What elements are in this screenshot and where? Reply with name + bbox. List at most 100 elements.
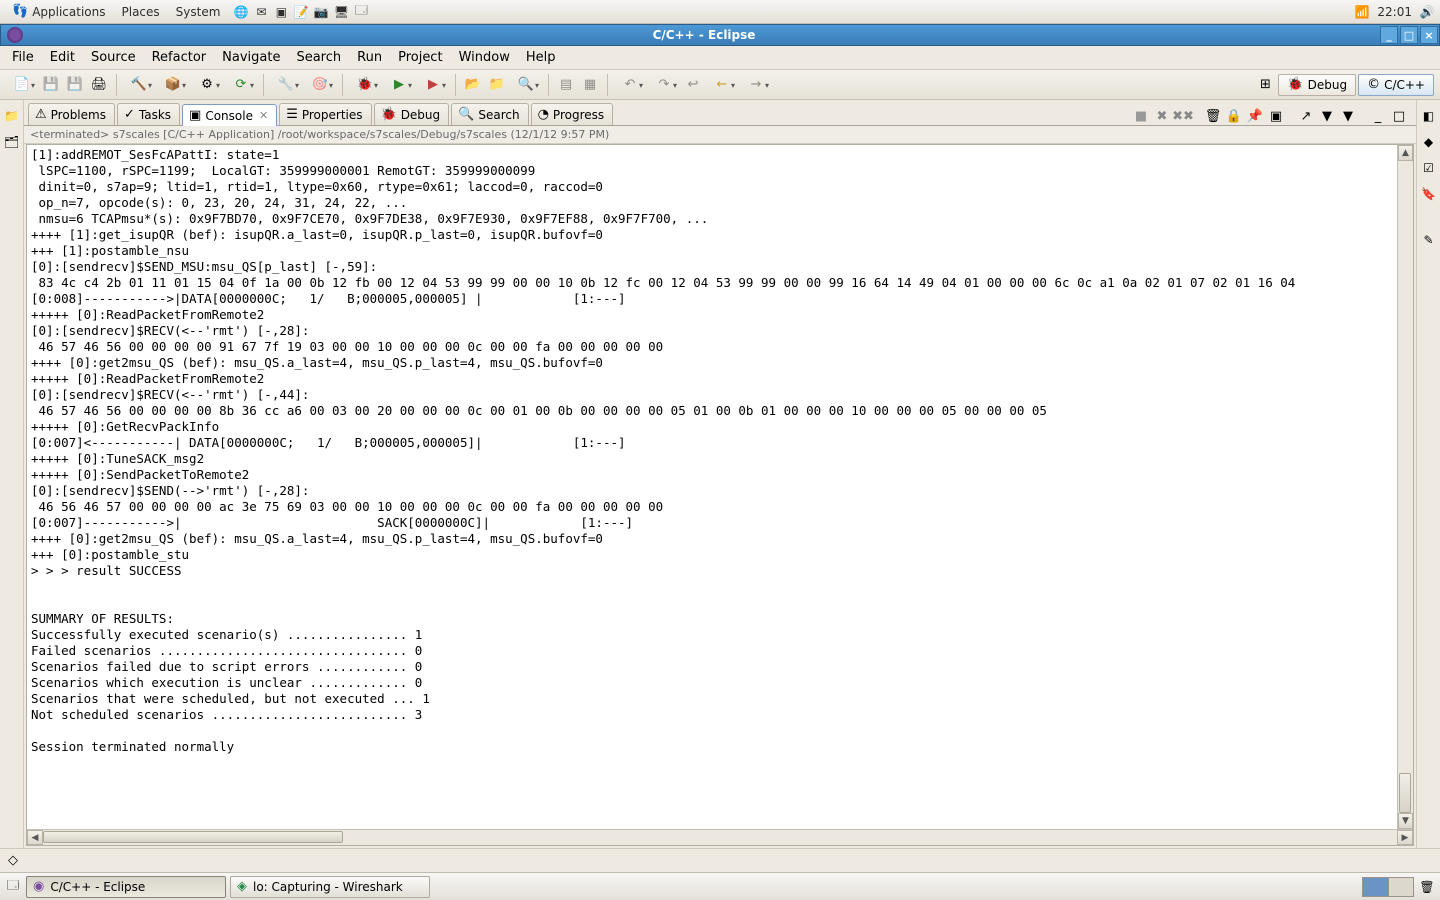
scroll-right-icon[interactable]: ▶ <box>1397 830 1413 845</box>
tab-tasks[interactable]: ✓ Tasks <box>117 103 180 125</box>
gnome-places-menu[interactable]: Places <box>114 5 168 19</box>
open-task-button[interactable]: 📁 <box>486 74 508 96</box>
notes-icon[interactable]: 📝 <box>292 3 310 21</box>
menu-project[interactable]: Project <box>390 48 450 67</box>
scroll-left-icon[interactable]: ◀ <box>27 830 43 845</box>
external-tools-button[interactable]: ▶ <box>417 74 449 96</box>
perspective-debug[interactable]: 🐞 Debug <box>1278 74 1356 96</box>
eclipse-titlebar[interactable]: C/C++ - Eclipse _ □ × <box>0 24 1440 46</box>
scroll-lock-button[interactable]: 🔒 <box>1225 107 1243 125</box>
tab-search[interactable]: 🔍 Search <box>451 103 528 125</box>
taskbar-wireshark[interactable]: ◈ lo: Capturing - Wireshark <box>230 876 430 898</box>
volume-icon[interactable]: 🔊 <box>1418 3 1436 21</box>
make-targets-icon[interactable]: ◆ <box>1421 134 1437 150</box>
minimize-button[interactable]: _ <box>1380 26 1398 44</box>
progress-icon: ◔ <box>538 108 549 121</box>
workspace-1[interactable] <box>1363 878 1389 896</box>
taskbar-wireshark-label: lo: Capturing - Wireshark <box>253 880 403 894</box>
open-type-button[interactable]: 📂 <box>462 74 484 96</box>
menu-refactor[interactable]: Refactor <box>144 48 215 67</box>
new-console-button[interactable]: ▼ <box>1339 107 1357 125</box>
close-icon[interactable]: ✕ <box>259 109 268 122</box>
open-perspective-button[interactable]: ⊞ <box>1254 74 1276 96</box>
gnome-applications-menu[interactable]: 👣 Applications <box>4 5 114 19</box>
pin-console-button[interactable]: 📌 <box>1246 107 1264 125</box>
toggle-mark-button[interactable]: ▤ <box>555 74 577 96</box>
perspective-cpp[interactable]: © C/C++ <box>1358 74 1434 96</box>
menu-navigate[interactable]: Navigate <box>214 48 288 67</box>
last-edit-button[interactable]: ↩ <box>682 74 704 96</box>
taskbar-eclipse[interactable]: ◉ C/C++ - Eclipse <box>26 876 226 898</box>
network-icon[interactable]: 📶 <box>1353 3 1371 21</box>
display-icon[interactable]: 🖥 <box>332 3 350 21</box>
minimize-view-button[interactable]: _ <box>1369 107 1387 125</box>
vertical-scrollbar[interactable]: ▲ ▼ <box>1397 145 1413 829</box>
bookmark-icon[interactable]: 🔖 <box>1421 186 1437 202</box>
menu-window[interactable]: Window <box>451 48 518 67</box>
maximize-view-button[interactable]: □ <box>1390 107 1408 125</box>
build-all-button[interactable]: 📦 <box>157 74 189 96</box>
menu-source[interactable]: Source <box>83 48 144 67</box>
gnome-system-menu[interactable]: System <box>168 5 229 19</box>
search-button[interactable]: 🔍 <box>510 74 542 96</box>
horizontal-scrollbar[interactable]: ◀ ▶ <box>27 829 1413 845</box>
forward-button[interactable]: → <box>740 74 772 96</box>
build-config-button[interactable]: ⚙ <box>191 74 223 96</box>
vscroll-thumb[interactable] <box>1399 773 1411 813</box>
workspace-2[interactable] <box>1389 878 1414 896</box>
editor-icon[interactable]: ✎ <box>1421 232 1437 248</box>
menu-file[interactable]: File <box>4 48 42 67</box>
screenshot-icon[interactable]: 📷 <box>312 3 330 21</box>
menu-search[interactable]: Search <box>288 48 349 67</box>
wrench-button[interactable]: 🔧 <box>270 74 302 96</box>
navigator-icon[interactable]: 🗂 <box>4 134 20 150</box>
close-button[interactable]: × <box>1420 26 1438 44</box>
tab-problems[interactable]: ⚠ Problems <box>28 103 115 125</box>
tab-console[interactable]: ▣ Console ✕ <box>182 104 277 126</box>
console-icon: ▣ <box>189 109 201 122</box>
new-button[interactable]: 📄 <box>6 74 38 96</box>
next-annotation-button[interactable]: ↷ <box>648 74 680 96</box>
show-desktop-icon[interactable]: 🗔 <box>4 878 22 896</box>
window-icon[interactable]: 🗔 <box>352 3 370 21</box>
run-button[interactable]: ▶ <box>383 74 415 96</box>
browser-icon[interactable]: 🌐 <box>232 3 250 21</box>
print-button[interactable]: 🖨 <box>88 74 110 96</box>
outline-icon[interactable]: ◧ <box>1421 108 1437 124</box>
tab-properties[interactable]: ☰ Properties <box>279 103 371 125</box>
maximize-button[interactable]: □ <box>1400 26 1418 44</box>
show-console-button[interactable]: ▣ <box>1267 107 1285 125</box>
save-all-button[interactable]: 💾 <box>64 74 86 96</box>
console-output[interactable]: [1]:addREMOT_SesFcAPattI: state=1 lSPC=1… <box>27 145 1413 829</box>
hscroll-thumb[interactable] <box>43 831 343 843</box>
toggle-block-button[interactable]: ▦ <box>579 74 601 96</box>
build-button[interactable]: 🔨 <box>123 74 155 96</box>
save-button[interactable]: 💾 <box>40 74 62 96</box>
mail-icon[interactable]: ✉ <box>252 3 270 21</box>
workspace-switcher[interactable] <box>1362 877 1414 897</box>
menu-run[interactable]: Run <box>349 48 390 67</box>
tab-debug[interactable]: 🐞 Debug <box>374 103 450 125</box>
clock-label[interactable]: 22:01 <box>1377 5 1412 19</box>
debug-button[interactable]: 🐞 <box>349 74 381 96</box>
target-button[interactable]: 🎯 <box>304 74 336 96</box>
refresh-button[interactable]: ⟳ <box>225 74 257 96</box>
trash-icon[interactable]: 🗑 <box>1418 878 1436 896</box>
menu-edit[interactable]: Edit <box>42 48 83 67</box>
display-selected-button[interactable]: ↗ <box>1297 107 1315 125</box>
open-console-button[interactable]: ▼ <box>1318 107 1336 125</box>
task-list-icon[interactable]: ☑ <box>1421 160 1437 176</box>
terminal-icon[interactable]: ▣ <box>272 3 290 21</box>
remove-launch-button[interactable]: ✖ <box>1153 107 1171 125</box>
gnome-bottom-panel: 🗔 ◉ C/C++ - Eclipse ◈ lo: Capturing - Wi… <box>0 872 1440 900</box>
clear-console-button[interactable]: 🗑 <box>1204 107 1222 125</box>
scroll-up-icon[interactable]: ▲ <box>1398 145 1413 161</box>
menu-help[interactable]: Help <box>518 48 564 67</box>
remove-all-button[interactable]: ✖✖ <box>1174 107 1192 125</box>
tab-progress[interactable]: ◔ Progress <box>531 103 614 125</box>
project-explorer-icon[interactable]: 📁 <box>4 108 20 124</box>
back-button[interactable]: ← <box>706 74 738 96</box>
prev-annotation-button[interactable]: ↶ <box>614 74 646 96</box>
scroll-down-icon[interactable]: ▼ <box>1398 813 1413 829</box>
terminate-button[interactable]: ■ <box>1132 107 1150 125</box>
